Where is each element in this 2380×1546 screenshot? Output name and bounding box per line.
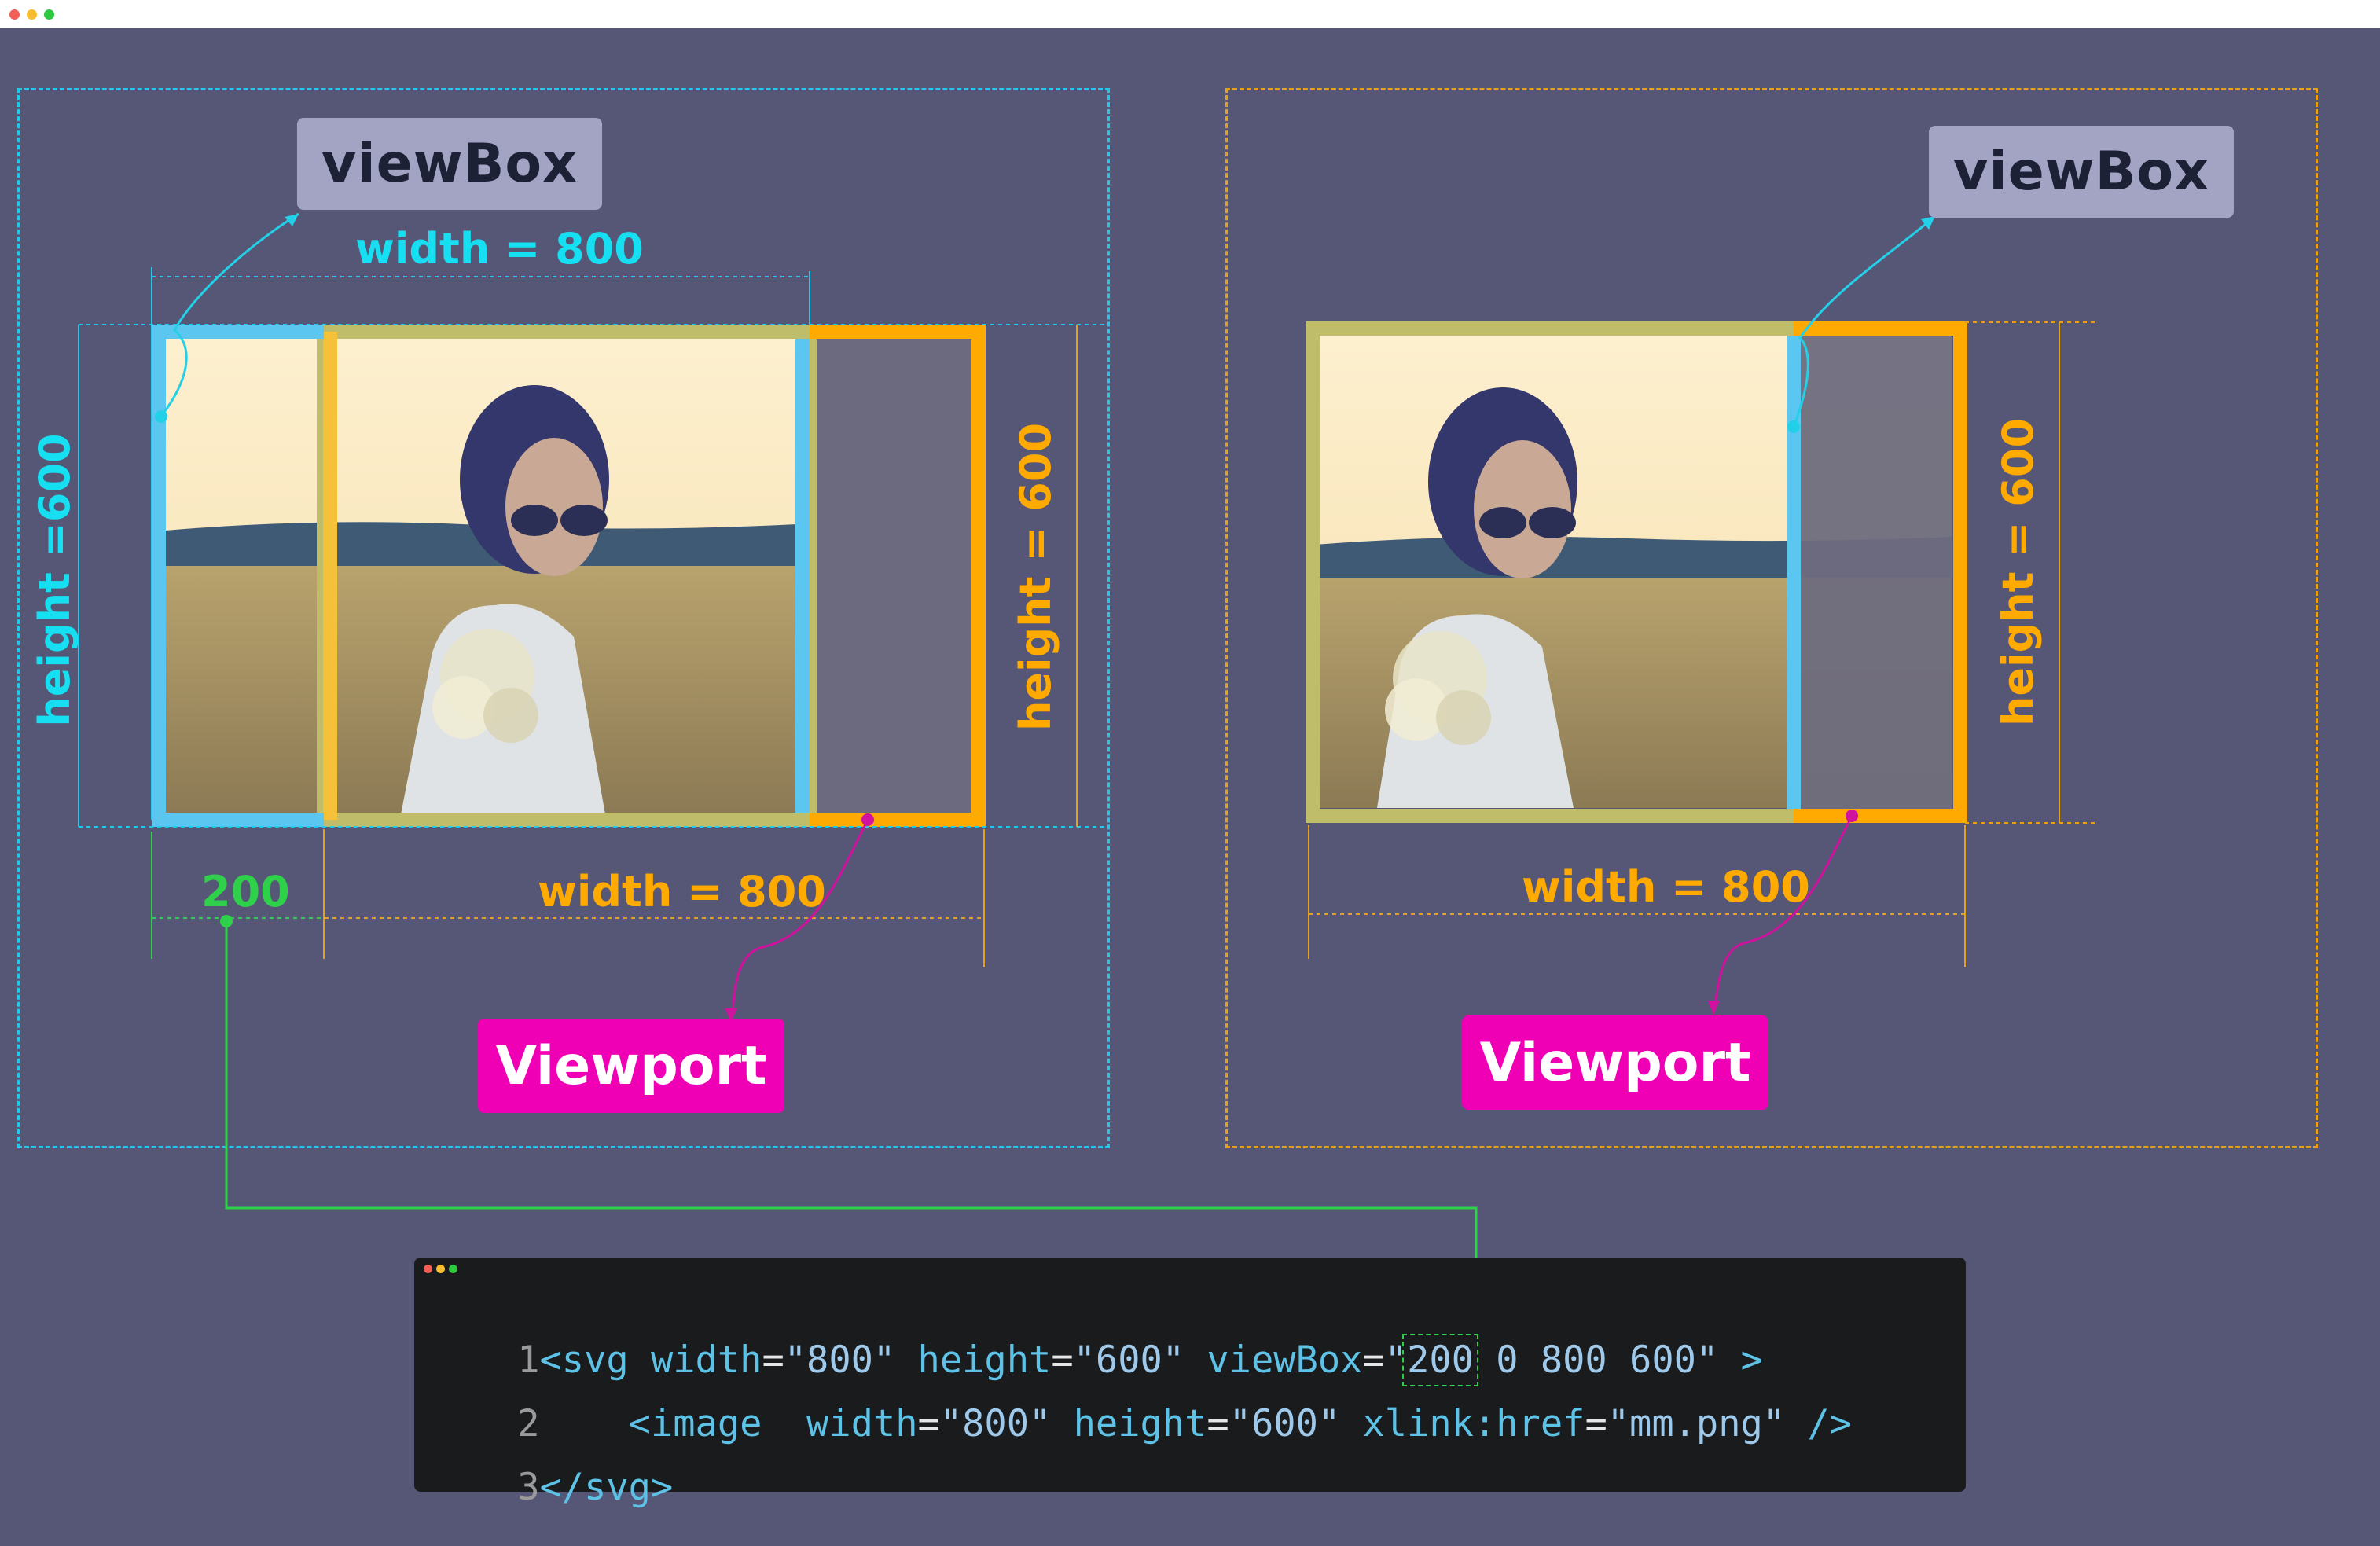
attr-height: height xyxy=(1073,1402,1207,1445)
left-viewport-height-label: height = 600 xyxy=(1011,422,1060,732)
code-close-dot xyxy=(424,1265,432,1273)
right-viewport-tag: Viewport xyxy=(1462,1015,1768,1110)
right-viewport-width-label: width = 800 xyxy=(1522,862,1810,912)
left-viewbox-height-label: height =600 xyxy=(30,433,79,727)
line-number: 3 xyxy=(517,1466,540,1509)
code-line-3: 3</svg> xyxy=(428,1432,673,1543)
left-viewbox-frame xyxy=(152,325,324,827)
attr-height-value: "600" xyxy=(1229,1402,1341,1445)
left-outside-area xyxy=(810,338,971,814)
right-image-frame xyxy=(1306,321,1801,823)
left-offset-label: 200 xyxy=(201,867,290,916)
code-maximize-dot xyxy=(449,1265,457,1273)
attr-width-value: "800" xyxy=(939,1402,1052,1445)
right-outside-area xyxy=(1794,336,1952,813)
left-viewport-tag: Viewport xyxy=(478,1019,784,1113)
svg-close-tag: </svg> xyxy=(539,1466,674,1509)
attr-width: width xyxy=(806,1402,918,1445)
right-viewport-height-label: height = 600 xyxy=(1993,417,2043,727)
code-window: 1<svg width="800" height="600" viewBox="… xyxy=(414,1258,1966,1506)
left-viewport-width-label: width = 800 xyxy=(538,867,826,916)
left-image-frame xyxy=(317,325,817,827)
right-viewbox-tag: viewBox xyxy=(1929,126,2234,218)
attr-href-value: "mm.png" xyxy=(1607,1402,1786,1445)
code-minimize-dot xyxy=(436,1265,445,1273)
attr-xlink-href: xlink:href xyxy=(1362,1402,1585,1445)
left-viewbox-tag: viewBox xyxy=(297,118,602,210)
image-self-close: /> xyxy=(1785,1402,1852,1445)
left-viewbox-width-label: width = 800 xyxy=(355,224,644,274)
